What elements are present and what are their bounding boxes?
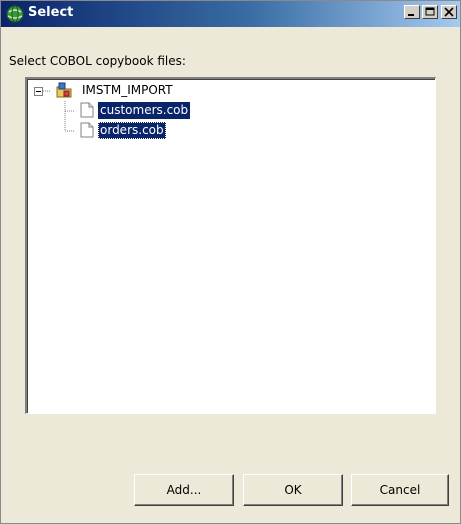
title-bar[interactable]: Select	[1, 1, 460, 27]
select-dialog: Select Select COBOL copybook files: IMST…	[0, 0, 461, 524]
minimize-button[interactable]	[404, 5, 420, 19]
cancel-button[interactable]: Cancel	[351, 474, 449, 506]
globe-icon	[6, 5, 24, 23]
window-title: Select	[28, 5, 74, 20]
close-icon	[444, 7, 454, 17]
close-button[interactable]	[441, 5, 457, 19]
collapse-toggle-icon[interactable]	[34, 87, 43, 96]
copybook-tree[interactable]: IMSTM_IMPORT customers.cob orders.cob	[25, 77, 436, 414]
tree-node-root-label: IMSTM_IMPORT	[82, 83, 173, 97]
add-button[interactable]: Add...	[134, 474, 234, 506]
project-folder-icon	[55, 82, 73, 100]
tree-node-customers-label: customers.cob	[98, 102, 191, 119]
maximize-button[interactable]	[422, 5, 438, 19]
instruction-label: Select COBOL copybook files:	[9, 54, 186, 68]
file-icon	[80, 122, 94, 138]
maximize-icon	[425, 7, 435, 16]
minimize-icon	[408, 14, 414, 16]
file-icon	[80, 102, 94, 118]
ok-button[interactable]: OK	[243, 474, 343, 506]
tree-node-orders-label: orders.cob	[98, 122, 166, 139]
